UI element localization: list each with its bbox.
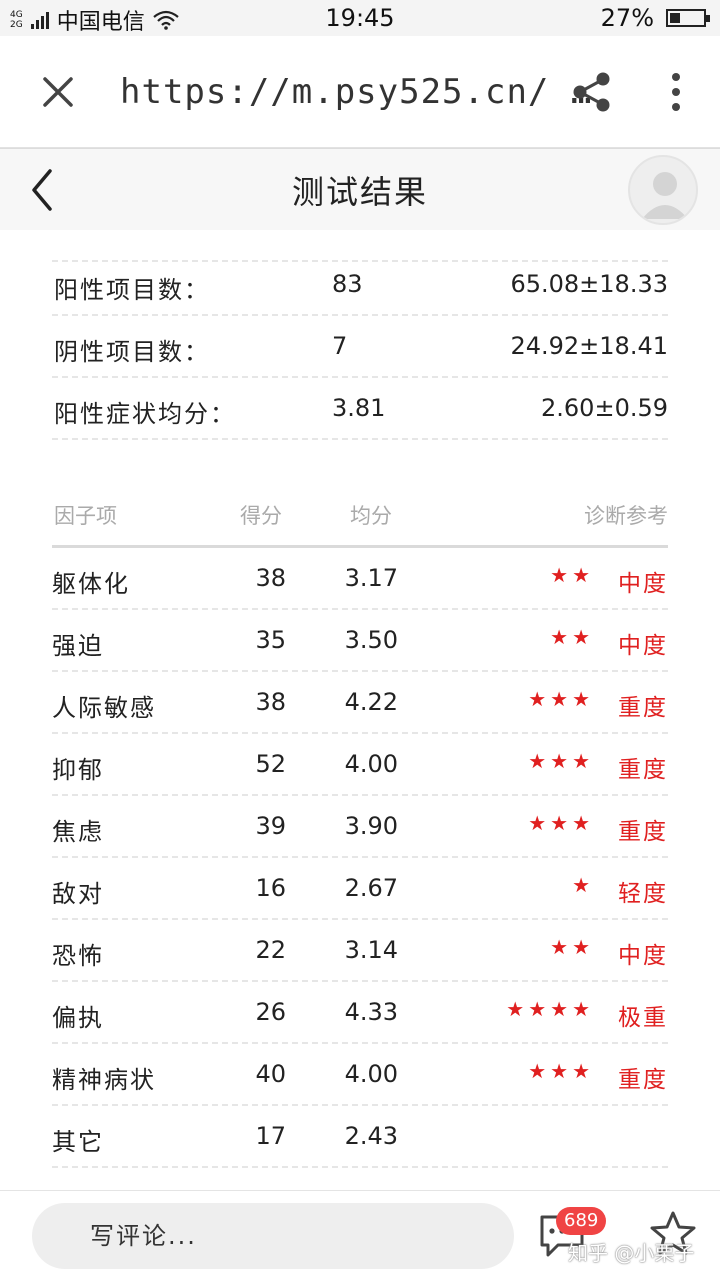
- header-average: 均分: [350, 504, 392, 528]
- factor-score: 17: [255, 1122, 286, 1150]
- table-row: 抑郁 52 4.00 ★★★ 重度: [52, 734, 668, 796]
- severity-stars: ★★: [550, 563, 594, 587]
- factor-name: 强迫: [52, 632, 104, 660]
- factor-score: 52: [255, 750, 286, 778]
- factor-score: 40: [255, 1060, 286, 1088]
- avatar[interactable]: [628, 155, 698, 225]
- page-header: 测试结果: [0, 148, 720, 230]
- factor-name: 精神病状: [52, 1066, 156, 1094]
- factor-average: 4.00: [344, 1060, 398, 1088]
- watermark: 知乎 @小栗子: [568, 1241, 695, 1265]
- severity-stars: ★★★: [528, 687, 594, 711]
- table-row: 强迫 35 3.50 ★★ 中度: [52, 610, 668, 672]
- factor-name: 焦虑: [52, 818, 104, 846]
- severity-stars: ★★★: [528, 749, 594, 773]
- factor-average: 4.22: [344, 688, 398, 716]
- more-options-button[interactable]: [654, 66, 698, 118]
- summary-label: 阴性项目数：: [54, 338, 210, 366]
- url-bar[interactable]: https://m.psy525.cn/ …: [120, 72, 592, 112]
- summary-reference: 65.08±18.33: [510, 270, 668, 298]
- summary-row: 阳性项目数： 83 65.08±18.33: [52, 254, 668, 316]
- factor-score: 26: [255, 998, 286, 1026]
- severity-level: 重度: [618, 695, 668, 721]
- result-content[interactable]: 阳性项目数： 83 65.08±18.33 阴性项目数： 7 24.92±18.…: [0, 230, 720, 1190]
- share-icon: [573, 72, 610, 112]
- factor-average: 2.67: [344, 874, 398, 902]
- summary-reference: 2.60±0.59: [541, 394, 668, 422]
- factor-name: 躯体化: [52, 570, 130, 598]
- factor-score: 35: [255, 626, 286, 654]
- battery-fill: [670, 13, 680, 23]
- factor-average: 3.50: [344, 626, 398, 654]
- summary-value: 7: [332, 332, 348, 360]
- page-title: 测试结果: [291, 173, 428, 211]
- table-row: 人际敏感 38 4.22 ★★★ 重度: [52, 672, 668, 734]
- severity-level: 中度: [618, 943, 668, 969]
- more-vertical-icon: [672, 73, 680, 81]
- bottom-action-bar: 写评论... 689 知乎 @小栗子: [0, 1190, 720, 1280]
- browser-toolbar: https://m.psy525.cn/ …: [0, 36, 720, 148]
- summary-label: 阳性项目数：: [54, 276, 210, 304]
- table-row: 躯体化 38 3.17 ★★ 中度: [52, 548, 668, 610]
- factor-average: 2.43: [344, 1122, 398, 1150]
- factor-name: 敌对: [52, 880, 104, 908]
- severity-level: 轻度: [618, 881, 668, 907]
- severity-level: 重度: [618, 757, 668, 783]
- header-factor: 因子项: [54, 504, 117, 528]
- factor-score: 38: [255, 564, 286, 592]
- factor-average: 4.00: [344, 750, 398, 778]
- factor-name: 恐怖: [52, 942, 104, 970]
- severity-level: 中度: [618, 633, 668, 659]
- factor-name: 人际敏感: [52, 694, 156, 722]
- table-row: 其它 17 2.43: [52, 1106, 668, 1168]
- factor-score: 39: [255, 812, 286, 840]
- summary-reference: 24.92±18.41: [510, 332, 668, 360]
- severity-level: 极重: [618, 1005, 668, 1031]
- severity-level: 重度: [618, 1067, 668, 1093]
- summary-value: 83: [332, 270, 363, 298]
- severity-stars: ★★: [550, 935, 594, 959]
- factor-score: 16: [255, 874, 286, 902]
- battery-percent: 27%: [600, 4, 654, 32]
- comment-input[interactable]: 写评论...: [32, 1203, 514, 1269]
- summary-row: 阴性项目数： 7 24.92±18.41: [52, 316, 668, 378]
- factor-score: 22: [255, 936, 286, 964]
- summary-row: 阳性症状均分： 3.81 2.60±0.59: [52, 378, 668, 440]
- factor-average: 3.90: [344, 812, 398, 840]
- comment-count-badge: 689: [556, 1207, 607, 1235]
- severity-level: 重度: [618, 819, 668, 845]
- factor-average: 4.33: [344, 998, 398, 1026]
- table-row: 精神病状 40 4.00 ★★★ 重度: [52, 1044, 668, 1106]
- severity-stars: ★★★: [528, 1059, 594, 1083]
- summary-label: 阳性症状均分：: [54, 400, 236, 428]
- factor-average: 3.14: [344, 936, 398, 964]
- share-button[interactable]: [566, 66, 618, 118]
- factor-name: 偏执: [52, 1004, 104, 1032]
- severity-level: 中度: [618, 571, 668, 597]
- summary-value: 3.81: [332, 394, 386, 422]
- factor-score: 38: [255, 688, 286, 716]
- table-row: 恐怖 22 3.14 ★★ 中度: [52, 920, 668, 982]
- severity-stars: ★★: [550, 625, 594, 649]
- table-row: 焦虑 39 3.90 ★★★ 重度: [52, 796, 668, 858]
- battery-icon: [666, 9, 710, 27]
- header-diagnosis: 诊断参考: [584, 504, 668, 528]
- factor-average: 3.17: [344, 564, 398, 592]
- factor-name: 抑郁: [52, 756, 104, 784]
- table-row: 敌对 16 2.67 ★ 轻度: [52, 858, 668, 920]
- factor-name: 其它: [52, 1128, 104, 1156]
- close-icon: [43, 77, 73, 107]
- severity-stars: ★★★★: [506, 997, 594, 1021]
- severity-stars: ★★★: [528, 811, 594, 835]
- factor-table-header: 因子项 得分 均分 诊断参考: [52, 482, 668, 548]
- close-button[interactable]: [30, 64, 86, 120]
- table-row: 偏执 26 4.33 ★★★★ 极重: [52, 982, 668, 1044]
- severity-stars: ★: [572, 873, 594, 897]
- header-score: 得分: [240, 504, 282, 528]
- user-avatar-icon: [642, 172, 688, 219]
- status-bar: 4G 2G 中国电信 19:45 27%: [0, 0, 720, 36]
